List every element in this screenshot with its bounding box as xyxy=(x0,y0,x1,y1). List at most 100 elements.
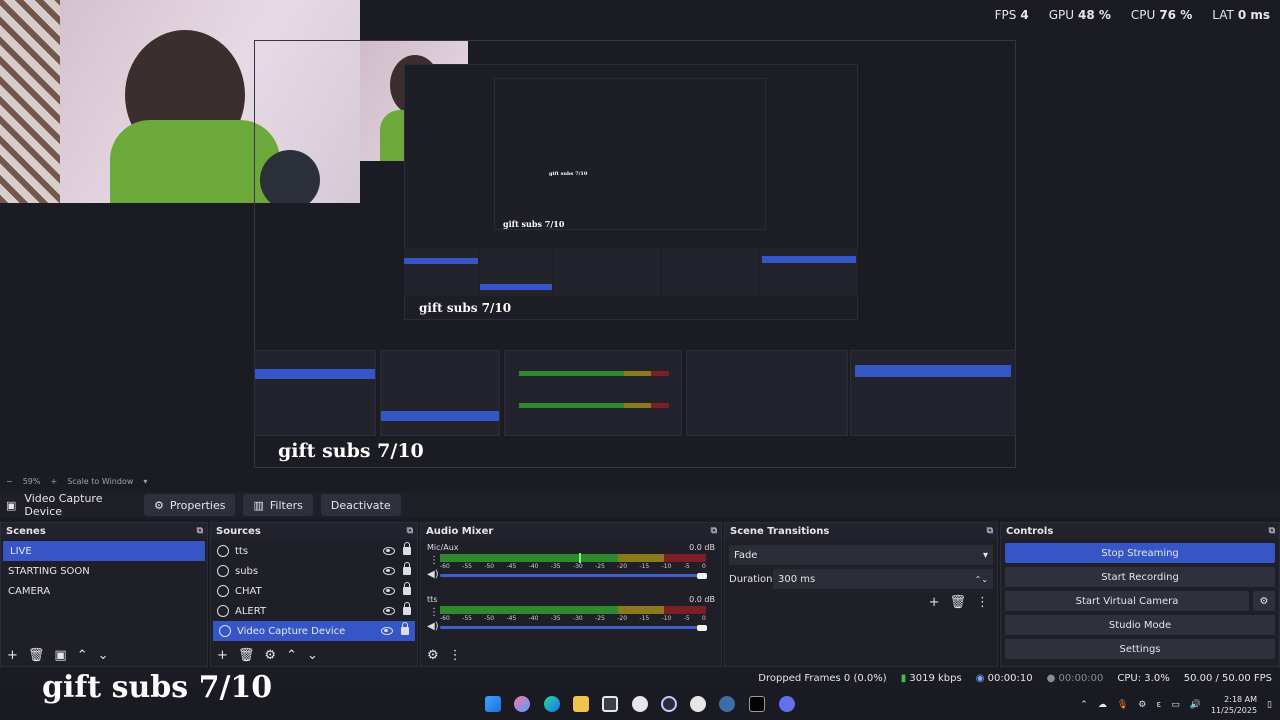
volume-slider-handle[interactable] xyxy=(697,573,707,579)
language-icon[interactable]: ɛ xyxy=(1156,700,1161,710)
scene-item-starting-soon[interactable]: STARTING SOON xyxy=(1,561,207,581)
virtual-camera-settings-button[interactable]: ⚙ xyxy=(1253,591,1275,611)
add-scene-icon[interactable]: + xyxy=(7,648,18,663)
filters-button[interactable]: ▥ Filters xyxy=(243,494,313,516)
source-properties-icon[interactable]: ⚙ xyxy=(264,648,276,663)
source-item-alert[interactable]: ALERT xyxy=(211,601,417,621)
preview-nested-small xyxy=(494,78,766,230)
bitrate-status: ▮ 3019 kbps xyxy=(900,672,962,684)
scene-item-live[interactable]: LIVE xyxy=(3,541,205,561)
studio-mode-button[interactable]: Studio Mode xyxy=(1005,615,1275,635)
stop-streaming-button[interactable]: Stop Streaming xyxy=(1005,543,1275,563)
chevron-up-icon[interactable]: ⌃ xyxy=(1080,700,1088,710)
visibility-eye-icon[interactable] xyxy=(383,587,395,595)
remove-transition-icon[interactable]: 🗑 xyxy=(949,595,966,610)
obs-icon[interactable] xyxy=(661,696,677,712)
visibility-eye-icon[interactable] xyxy=(383,567,395,575)
zoom-dropdown-icon[interactable]: ▾ xyxy=(143,477,147,486)
zoom-in-button[interactable]: + xyxy=(50,477,57,486)
obs-window: FPS 4 GPU 48 % CPU 76 % LAT 0 ms gift su… xyxy=(0,0,1280,720)
lock-icon[interactable] xyxy=(403,582,411,595)
gear-icon: ⚙ xyxy=(1259,595,1269,607)
mixer-options-icon[interactable]: ⋮ xyxy=(449,648,462,663)
source-item-chat[interactable]: CHAT xyxy=(211,581,417,601)
start-virtual-camera-button[interactable]: Start Virtual Camera xyxy=(1005,591,1249,611)
move-up-icon[interactable]: ⌃ xyxy=(286,648,297,663)
lock-icon[interactable] xyxy=(403,542,411,555)
undock-icon[interactable]: ⧉ xyxy=(987,526,993,536)
undock-icon[interactable]: ⧉ xyxy=(1269,526,1275,536)
volume-slider[interactable] xyxy=(440,574,706,577)
remove-source-icon[interactable]: 🗑 xyxy=(238,648,255,663)
volume-slider-handle[interactable] xyxy=(697,625,707,631)
visibility-eye-icon[interactable] xyxy=(381,627,393,635)
app-icon[interactable] xyxy=(690,696,706,712)
move-up-icon[interactable]: ⌃ xyxy=(77,648,88,663)
remove-scene-icon[interactable]: 🗑 xyxy=(28,648,45,663)
mixer-menu-icon[interactable]: ⋮ xyxy=(429,607,439,618)
volume-icon[interactable]: 🔊 xyxy=(1190,700,1201,710)
move-down-icon[interactable]: ⌄ xyxy=(98,648,109,663)
store-icon[interactable] xyxy=(602,696,618,712)
discord-icon[interactable] xyxy=(779,696,795,712)
capcut-icon[interactable] xyxy=(749,696,765,712)
transition-menu-icon[interactable]: ⋮ xyxy=(976,595,989,610)
lock-icon[interactable] xyxy=(403,562,411,575)
volume-slider[interactable] xyxy=(440,626,706,629)
add-transition-icon[interactable]: + xyxy=(929,595,940,610)
steam-icon[interactable] xyxy=(719,696,735,712)
notification-icon[interactable]: ▯ xyxy=(1267,700,1272,710)
sources-dock: Sources ⧉ tts subs CHAT ALERT Video Captu… xyxy=(210,522,418,667)
start-recording-button[interactable]: Start Recording xyxy=(1005,567,1275,587)
duration-spinbox[interactable]: 300 ms ⌃⌄ xyxy=(773,569,993,589)
system-clock[interactable]: 2:18 AM 11/25/2025 xyxy=(1211,694,1257,716)
scene-item-camera[interactable]: CAMERA xyxy=(1,581,207,601)
file-explorer-icon[interactable] xyxy=(573,696,589,712)
zoom-mode-select[interactable]: Scale to Window xyxy=(67,477,133,486)
controls-dock: Controls ⧉ Stop Streaming Start Recording… xyxy=(1000,522,1280,667)
properties-button[interactable]: ⚙ Properties xyxy=(144,494,236,516)
deactivate-button[interactable]: Deactivate xyxy=(320,494,401,516)
cpu-stat: CPU 76 % xyxy=(1130,8,1193,22)
source-item-video-capture-device[interactable]: Video Capture Device xyxy=(213,621,415,641)
zoom-out-button[interactable]: − xyxy=(6,477,13,486)
network-icon[interactable]: ⚙ xyxy=(1138,700,1146,710)
visibility-eye-icon[interactable] xyxy=(383,607,395,615)
camera-icon: ▣ xyxy=(6,498,17,512)
steelseries-icon[interactable] xyxy=(632,696,648,712)
move-down-icon[interactable]: ⌄ xyxy=(307,648,318,663)
undock-icon[interactable]: ⧉ xyxy=(197,526,203,536)
cloud-icon[interactable]: ☁ xyxy=(1098,700,1107,710)
speaker-icon[interactable]: ◀) xyxy=(427,569,439,580)
sources-dock-header: Sources ⧉ xyxy=(211,523,417,539)
lock-icon[interactable] xyxy=(401,622,409,635)
sources-toolbar: + 🗑 ⚙ ⌃ ⌄ xyxy=(211,644,417,666)
stream-time: ◉ 00:00:10 xyxy=(975,672,1033,684)
add-source-icon[interactable]: + xyxy=(217,648,228,663)
visibility-eye-icon[interactable] xyxy=(383,547,395,555)
display-icon[interactable]: ▭ xyxy=(1171,700,1180,710)
microphone-icon[interactable]: 🎙 xyxy=(1117,700,1128,710)
gear-icon: ⚙ xyxy=(154,498,164,512)
settings-button[interactable]: Settings xyxy=(1005,639,1275,659)
transition-select[interactable]: Fade ▾ xyxy=(729,545,993,565)
source-item-tts[interactable]: tts xyxy=(211,541,417,561)
windows-start-icon[interactable] xyxy=(485,696,501,712)
controls-header: Controls ⧉ xyxy=(1001,523,1279,539)
speaker-icon[interactable]: ◀) xyxy=(427,621,439,632)
source-item-subs[interactable]: subs xyxy=(211,561,417,581)
source-context-bar: ▣ Video Capture Device ⚙ Properties ▥ Filt… xyxy=(0,492,1280,518)
mixer-menu-icon[interactable]: ⋮ xyxy=(429,555,439,566)
lock-icon[interactable] xyxy=(403,602,411,615)
undock-icon[interactable]: ⧉ xyxy=(407,526,413,536)
copilot-icon[interactable] xyxy=(514,696,530,712)
edge-icon[interactable] xyxy=(544,696,560,712)
performance-overlay: FPS 4 GPU 48 % CPU 76 % LAT 0 ms xyxy=(995,8,1270,22)
stream-icon: ◉ xyxy=(975,672,985,684)
fps-stat: FPS 4 xyxy=(994,8,1029,22)
undock-icon[interactable]: ⧉ xyxy=(711,526,717,536)
scenes-toolbar: + 🗑 ▣ ⌃ ⌄ xyxy=(1,644,207,666)
advanced-audio-icon[interactable]: ⚙ xyxy=(427,648,439,663)
scene-filters-icon[interactable]: ▣ xyxy=(54,648,66,663)
stream-caption-overlay: gift subs 7/10 xyxy=(42,670,273,705)
